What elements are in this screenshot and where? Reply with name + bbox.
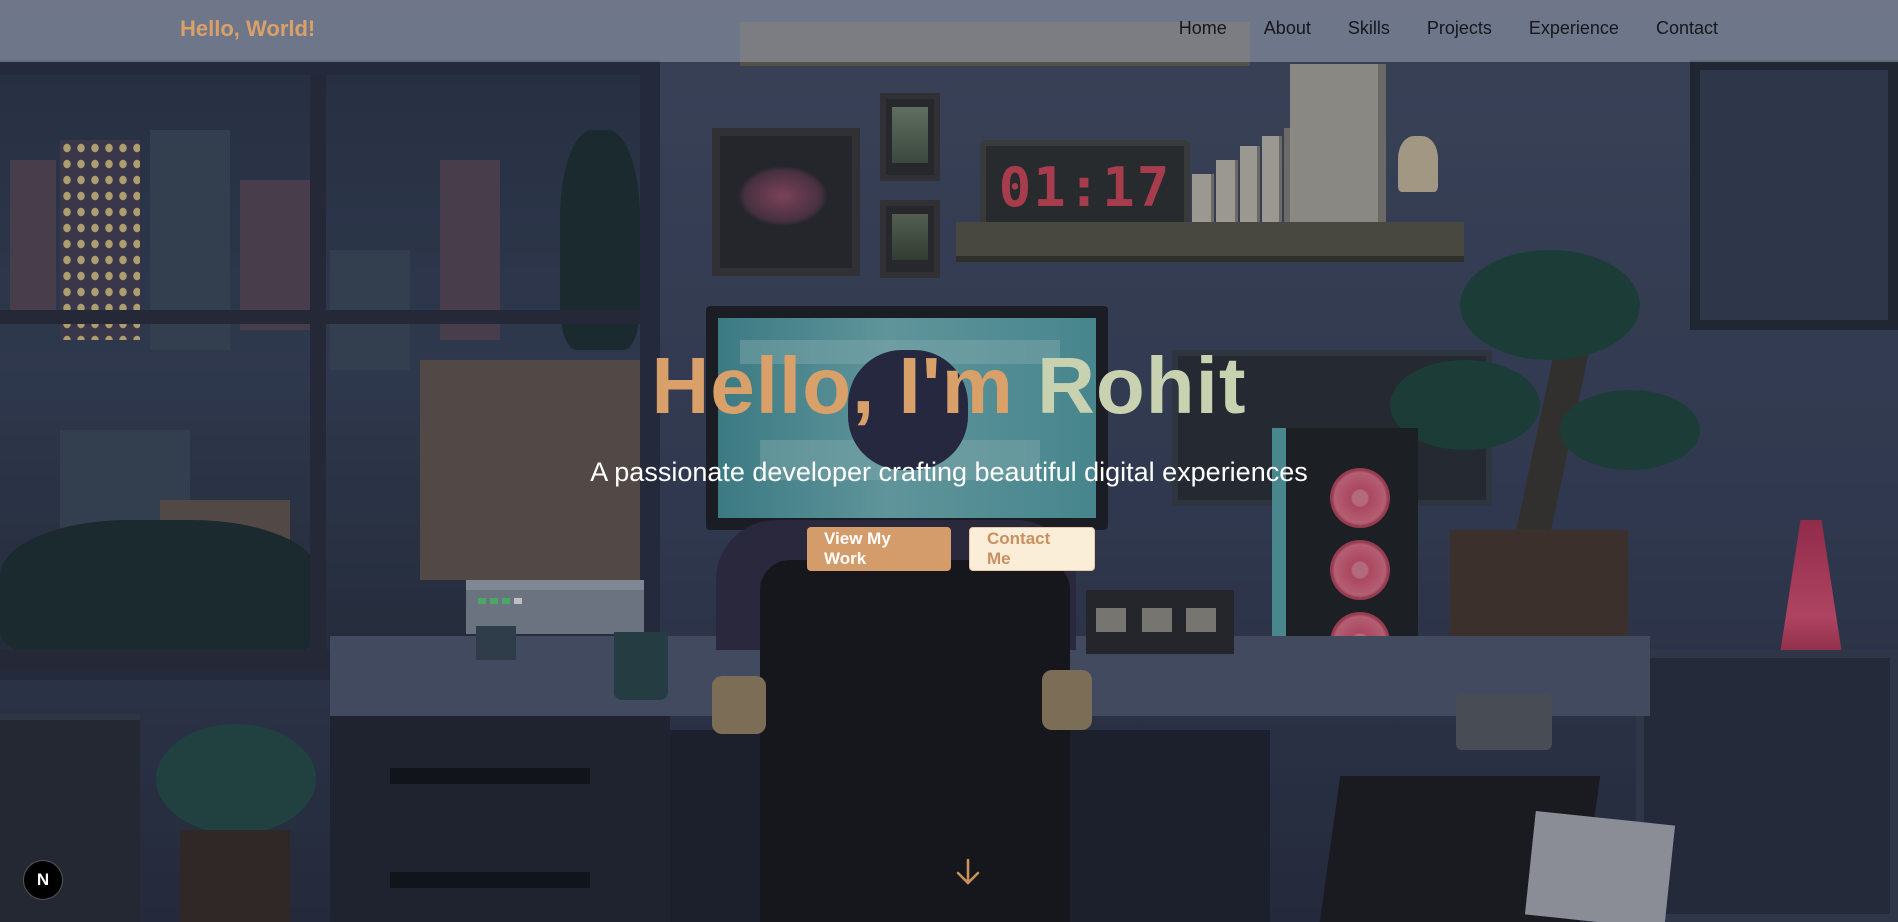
nav-skills[interactable]: Skills [1348, 18, 1390, 39]
nav-experience[interactable]: Experience [1529, 18, 1619, 39]
hero-title-name: Rohit [1037, 341, 1247, 430]
nav-about[interactable]: About [1264, 18, 1311, 39]
nav-home[interactable]: Home [1179, 18, 1227, 39]
top-navbar: Hello, World! Home About Skills Projects… [0, 0, 1898, 62]
arrow-down-icon[interactable] [954, 856, 982, 888]
nav-contact[interactable]: Contact [1656, 18, 1718, 39]
view-work-button[interactable]: View My Work [807, 527, 951, 571]
hero-actions: View My Work Contact Me [807, 527, 1095, 571]
hero-subtitle: A passionate developer crafting beautifu… [590, 457, 1308, 487]
badge-label: N [36, 870, 50, 889]
brand-logo-text[interactable]: Hello, World! [180, 16, 315, 42]
nav-links: Home About Skills Projects Experience Co… [1142, 0, 1718, 56]
nav-projects[interactable]: Projects [1427, 18, 1492, 39]
contact-me-button[interactable]: Contact Me [969, 527, 1095, 571]
nextjs-badge-icon[interactable]: N [23, 860, 63, 900]
hero-title: Hello, I'm Rohit [0, 340, 1898, 432]
hero-title-greeting: Hello, I'm [651, 341, 1038, 430]
